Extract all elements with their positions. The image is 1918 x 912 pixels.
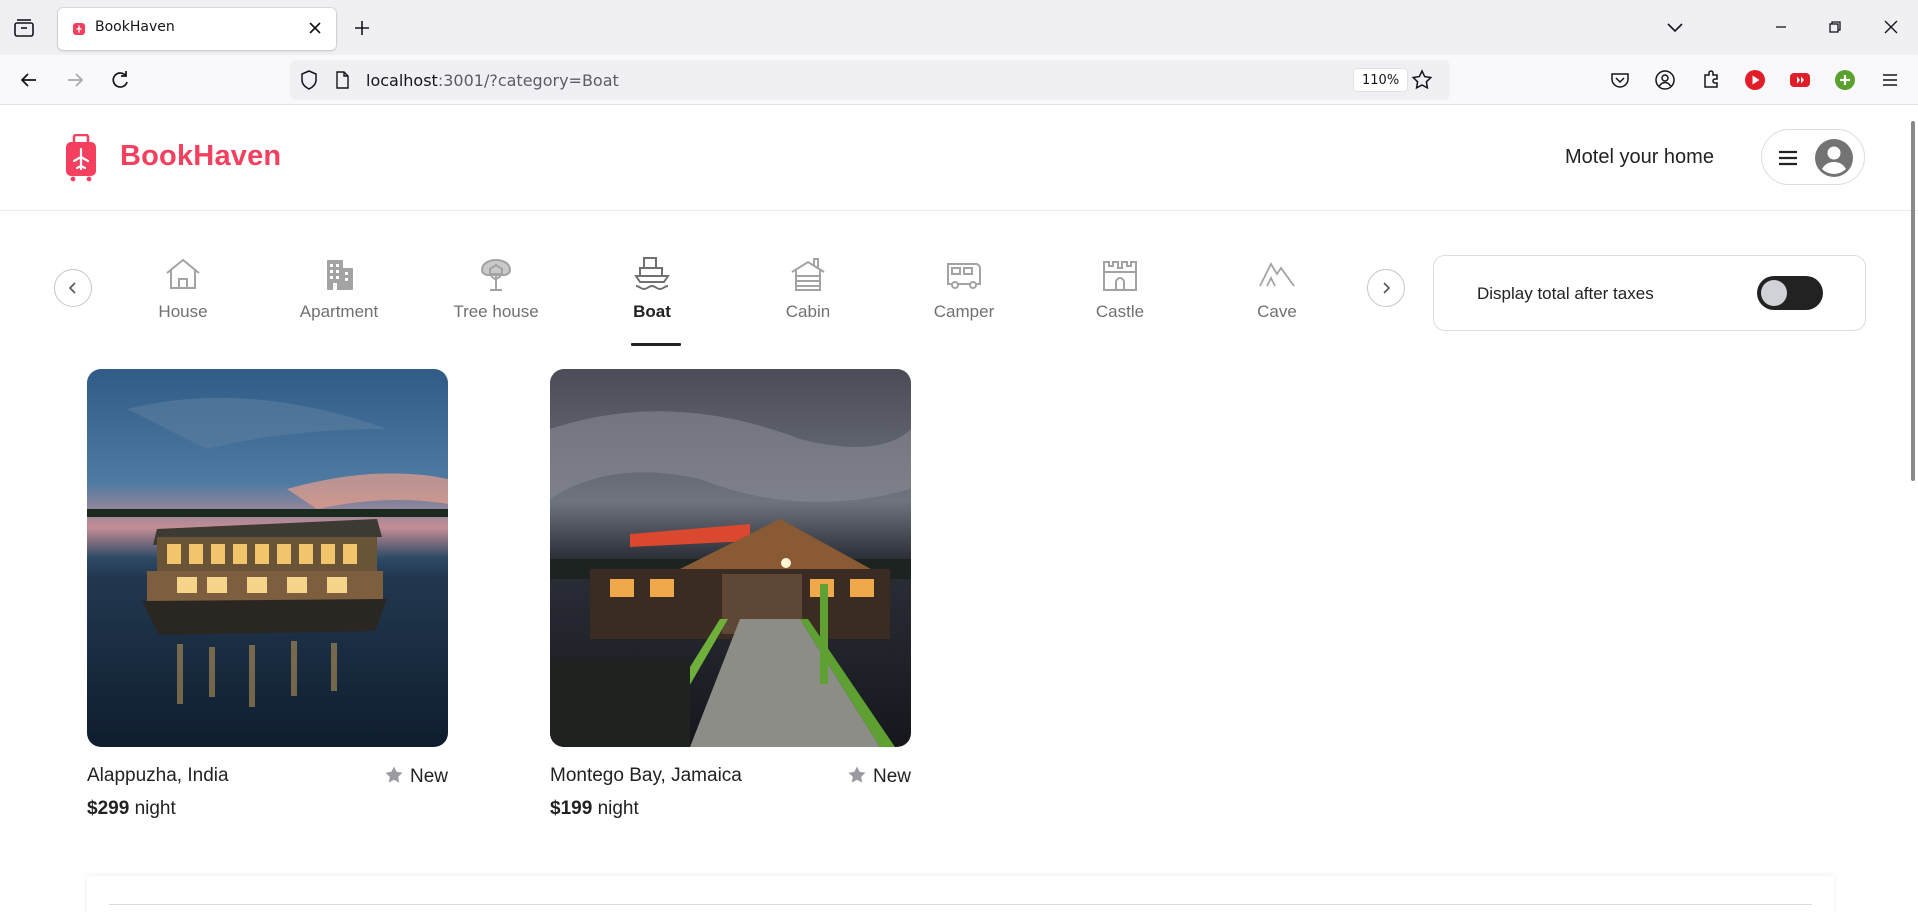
category-label: Boat [633, 302, 671, 321]
host-link[interactable]: Motel your home [1565, 146, 1714, 169]
category-label: Tree house [453, 302, 539, 321]
browser-toolbar: localhost:3001/?category=Boat 110% [0, 55, 1918, 105]
listing-rating: New [847, 765, 911, 788]
listing-photo[interactable] [87, 369, 448, 747]
tab-list-icon[interactable] [12, 17, 36, 39]
star-icon [848, 766, 866, 783]
category-label: Castle [1095, 302, 1145, 321]
castle-icon [1103, 261, 1137, 291]
favicon-icon [73, 23, 85, 35]
listing-card[interactable]: Montego Bay, Jamaica New $199 night [550, 369, 911, 819]
avatar-icon [1815, 139, 1853, 177]
category-cave[interactable]: Cave [1212, 254, 1342, 354]
tree-house-icon [480, 258, 512, 291]
zoom-level[interactable]: 110% [1353, 68, 1409, 92]
reload-icon[interactable] [105, 65, 135, 95]
category-label: Cabin [785, 302, 831, 321]
category-camper[interactable]: Camper [899, 254, 1029, 354]
plus-icon[interactable] [348, 14, 376, 42]
minimize-icon[interactable] [1766, 12, 1796, 42]
logo-text[interactable]: BookHaven [120, 140, 281, 173]
chevron-right-icon [1383, 282, 1391, 294]
category-label: Camper [933, 302, 995, 321]
camper-icon [947, 263, 981, 289]
category-boat[interactable]: Boat [587, 254, 717, 354]
star-icon[interactable] [1410, 68, 1434, 92]
apartment-icon [327, 260, 353, 290]
divider [109, 904, 1812, 905]
listing-price: $299 night [87, 798, 176, 819]
pier-restaurant-photo [550, 369, 911, 747]
listing-location: Montego Bay, Jamaica [550, 765, 742, 786]
menu-icon[interactable] [1876, 66, 1904, 94]
toggle-knob [1761, 280, 1787, 306]
listing-price: $199 night [550, 798, 639, 819]
category-castle[interactable]: Castle [1055, 254, 1185, 354]
category-tree-house[interactable]: Tree house [431, 254, 561, 354]
user-menu-button[interactable] [1761, 129, 1865, 185]
categories-next-button[interactable] [1367, 269, 1405, 307]
restore-icon[interactable] [1820, 12, 1850, 42]
url-text: localhost:3001/?category=Boat [366, 71, 619, 90]
hamburger-icon [1779, 150, 1797, 166]
close-window-icon[interactable] [1876, 12, 1906, 42]
tab-title: BookHaven [95, 19, 175, 35]
houseboat-photo [87, 369, 448, 747]
browser-tab-strip: BookHaven [0, 0, 1918, 55]
page-icon[interactable] [332, 70, 352, 90]
close-icon[interactable] [304, 17, 326, 39]
category-house[interactable]: House [118, 254, 248, 354]
pocket-icon[interactable] [1606, 66, 1634, 94]
category-apartment[interactable]: Apartment [274, 254, 404, 354]
forward-icon[interactable] [60, 65, 90, 95]
chevron-down-icon[interactable] [1660, 12, 1690, 42]
listing-photo[interactable] [550, 369, 911, 747]
category-label: House [158, 302, 208, 321]
back-icon[interactable] [14, 65, 44, 95]
site-header: BookHaven Motel your home [0, 106, 1918, 211]
video-ext-icon[interactable] [1741, 66, 1769, 94]
chevron-left-icon [68, 282, 76, 294]
tax-toggle-panel: Display total after taxes [1433, 255, 1866, 331]
cabin-icon [791, 258, 825, 291]
account-icon[interactable] [1651, 66, 1679, 94]
house-icon [166, 258, 200, 289]
scrollbar[interactable] [1911, 121, 1915, 481]
category-label: Apartment [299, 302, 379, 321]
plus-ext-icon[interactable] [1831, 66, 1859, 94]
cave-icon [1259, 262, 1295, 287]
shield-icon[interactable] [298, 69, 320, 91]
page: BookHaven Motel your home House Apartmen… [0, 106, 1918, 912]
categories-prev-button[interactable] [54, 269, 92, 307]
address-bar[interactable]: localhost:3001/?category=Boat 110% [290, 60, 1450, 100]
listing-location: Alappuzha, India [87, 765, 229, 786]
boat-icon [634, 257, 670, 291]
logo-icon[interactable] [64, 134, 98, 182]
browser-tab[interactable]: BookHaven [58, 8, 336, 50]
star-icon [385, 766, 403, 783]
youtube-ext-icon[interactable] [1786, 66, 1814, 94]
tax-toggle-switch[interactable] [1757, 276, 1823, 310]
extensions-icon[interactable] [1697, 66, 1725, 94]
category-label: Cave [1257, 302, 1297, 321]
listing-card[interactable]: Alappuzha, India New $299 night [87, 369, 448, 819]
listing-rating: New [384, 765, 448, 788]
footer-card [87, 876, 1834, 912]
category-cabin[interactable]: Cabin [743, 254, 873, 354]
tax-toggle-label: Display total after taxes [1477, 284, 1654, 303]
